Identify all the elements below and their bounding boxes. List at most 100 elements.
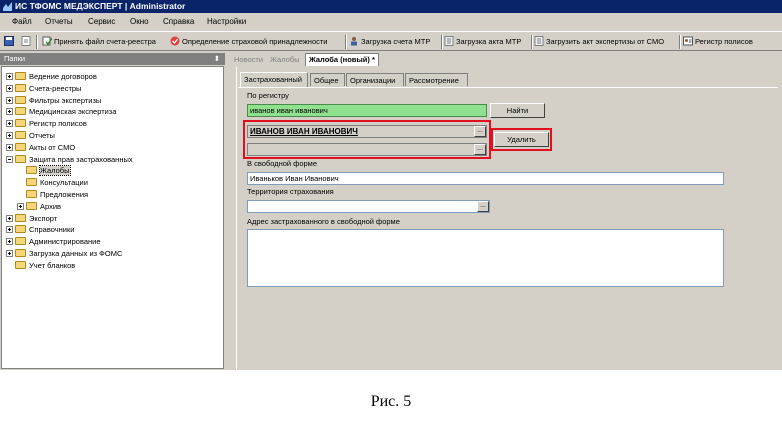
expand-icon[interactable]: [6, 238, 13, 246]
found-person-field-2[interactable]: [247, 143, 487, 156]
tree-item[interactable]: Защита прав застрахованных: [6, 154, 133, 165]
menu-file[interactable]: Файл: [12, 13, 32, 30]
tree-item-label: Регистр полисов: [29, 119, 87, 129]
found-person-2-ellipsis-button[interactable]: ...: [474, 144, 486, 155]
tree-item[interactable]: Экспорт: [6, 213, 57, 224]
document-icon: [444, 36, 454, 46]
tab-complaint-new[interactable]: Жалоба (новый) *: [305, 53, 379, 66]
menu-settings[interactable]: Настройки: [207, 13, 246, 30]
tree-item-label: Предложения: [40, 190, 89, 199]
folder-icon: [15, 119, 26, 128]
folder-icon: [15, 237, 26, 246]
menu-reports[interactable]: Отчеты: [45, 13, 73, 30]
expand-icon[interactable]: [6, 214, 13, 222]
expand-icon[interactable]: [6, 96, 13, 104]
load-smo-act-button[interactable]: Загрузить акт экспертизы от СМО: [534, 35, 664, 49]
tree-item-label: Справочники: [29, 225, 75, 235]
tab-general[interactable]: Общее: [310, 73, 345, 86]
collapse-icon[interactable]: [6, 155, 13, 163]
tree-item-label: Медицинская экспертиза: [29, 107, 117, 117]
tree-item[interactable]: Акты от СМО: [6, 142, 75, 153]
expand-icon[interactable]: [6, 132, 13, 139]
insurance-affiliation-button[interactable]: Определение страховой принадлежности: [170, 35, 328, 49]
register-search-input[interactable]: иванов иван иванович: [247, 104, 487, 117]
folder-icon: [26, 201, 37, 210]
tree-item-label: Жалобы: [39, 165, 71, 177]
tree-item[interactable]: Загрузка данных из ФОМС: [6, 248, 122, 259]
expand-icon[interactable]: [6, 120, 13, 128]
folder-icon: [26, 166, 37, 175]
app-window: ИС ТФОМС МЕДЭКСПЕРТ | Administrator Файл…: [0, 0, 782, 370]
tree-item-label: Учет бланков: [29, 260, 76, 270]
by-register-label: По регистру: [247, 91, 289, 100]
folder-icon: [15, 83, 26, 92]
tree-item[interactable]: Консультации: [17, 177, 88, 188]
tree-item[interactable]: Отчеты: [6, 130, 55, 141]
folder-icon: [15, 107, 26, 116]
pin-icon[interactable]: ⬍: [214, 53, 220, 65]
tree-item[interactable]: Учет бланков: [6, 260, 75, 271]
tree-item-label: Администрирование: [29, 237, 101, 247]
tree-item[interactable]: Справочники: [6, 224, 74, 235]
menu-service[interactable]: Сервис: [88, 13, 115, 30]
tree-item-label: Экспорт: [29, 213, 58, 223]
folder-icon: [15, 95, 26, 104]
folder-icon: [26, 178, 37, 187]
folder-icon: [15, 225, 26, 234]
tree-item[interactable]: Ведение договоров: [6, 71, 97, 82]
tree-item-label: Загрузка данных из ФОМС: [29, 249, 123, 258]
expand-icon[interactable]: [6, 143, 13, 151]
menu-bar: Файл Отчеты Сервис Окно Справка Настройк…: [0, 13, 782, 30]
tab-review[interactable]: Рассмотрение: [405, 73, 468, 86]
folder-icon: [15, 131, 26, 139]
tab-insured[interactable]: Застрахованный: [240, 72, 308, 87]
address-textarea[interactable]: [247, 229, 724, 287]
expand-icon[interactable]: [6, 73, 13, 80]
expand-icon[interactable]: [6, 250, 13, 257]
tree-item-label: Консультации: [40, 178, 88, 188]
menu-window[interactable]: Окно: [130, 13, 149, 30]
accept-invoice-button[interactable]: Принять файл счета-реестра: [42, 35, 156, 49]
policy-register-label: Регистр полисов: [695, 37, 753, 46]
load-mtr-act-button[interactable]: Загрузка акта МТР: [444, 35, 521, 49]
document-icon: [21, 36, 31, 46]
folders-panel-title: Папки: [4, 54, 26, 63]
found-person-field[interactable]: ИВАНОВ ИВАН ИВАНОВИЧ: [247, 125, 487, 138]
policy-register-button[interactable]: Регистр полисов: [683, 35, 753, 49]
delete-button[interactable]: Удалить: [494, 132, 549, 147]
panel-splitter[interactable]: [226, 53, 229, 370]
tree-item[interactable]: Жалобы: [17, 165, 71, 177]
register-icon: [683, 36, 693, 46]
tree-item[interactable]: Администрирование: [6, 236, 101, 247]
load-mtr-invoice-button[interactable]: Загрузка счета МТР: [349, 35, 430, 49]
load-mtr-act-label: Загрузка акта МТР: [456, 37, 522, 46]
find-button[interactable]: Найти: [490, 103, 545, 118]
expand-icon[interactable]: [17, 202, 24, 210]
territory-input[interactable]: [247, 200, 490, 213]
tree-item[interactable]: Архив: [17, 201, 61, 212]
tree-item[interactable]: Фильтры экспертизы: [6, 95, 101, 106]
folder-icon: [15, 213, 26, 222]
tree-item-label: Защита прав застрахованных: [29, 154, 133, 164]
territory-ellipsis-button[interactable]: ...: [477, 201, 489, 212]
refresh-button[interactable]: [21, 35, 33, 49]
free-form-input[interactable]: Иваньков Иван Иванович: [247, 172, 724, 185]
tab-organizations[interactable]: Организации: [346, 73, 404, 86]
expand-icon[interactable]: [6, 226, 13, 234]
save-button[interactable]: [4, 35, 16, 49]
tree-item[interactable]: Медицинская экспертиза: [6, 106, 116, 117]
expand-icon[interactable]: [6, 108, 13, 116]
tree-item-label: Архив: [40, 201, 62, 211]
accept-invoice-label: Принять файл счета-реестра: [54, 37, 156, 46]
tree-item[interactable]: Предложения: [17, 189, 88, 200]
tree-item[interactable]: Счета-реестры: [6, 83, 81, 94]
tree-item[interactable]: Регистр полисов: [6, 118, 87, 129]
expand-icon[interactable]: [6, 84, 13, 92]
tab-news[interactable]: Новости: [234, 54, 263, 66]
tab-complaints[interactable]: Жалобы: [270, 54, 300, 66]
found-person-ellipsis-button[interactable]: ...: [474, 126, 486, 137]
menu-help[interactable]: Справка: [163, 13, 194, 30]
folder-icon: [15, 142, 26, 151]
tree-item-label: Ведение договоров: [29, 72, 97, 81]
person-doc-icon: [351, 37, 357, 46]
